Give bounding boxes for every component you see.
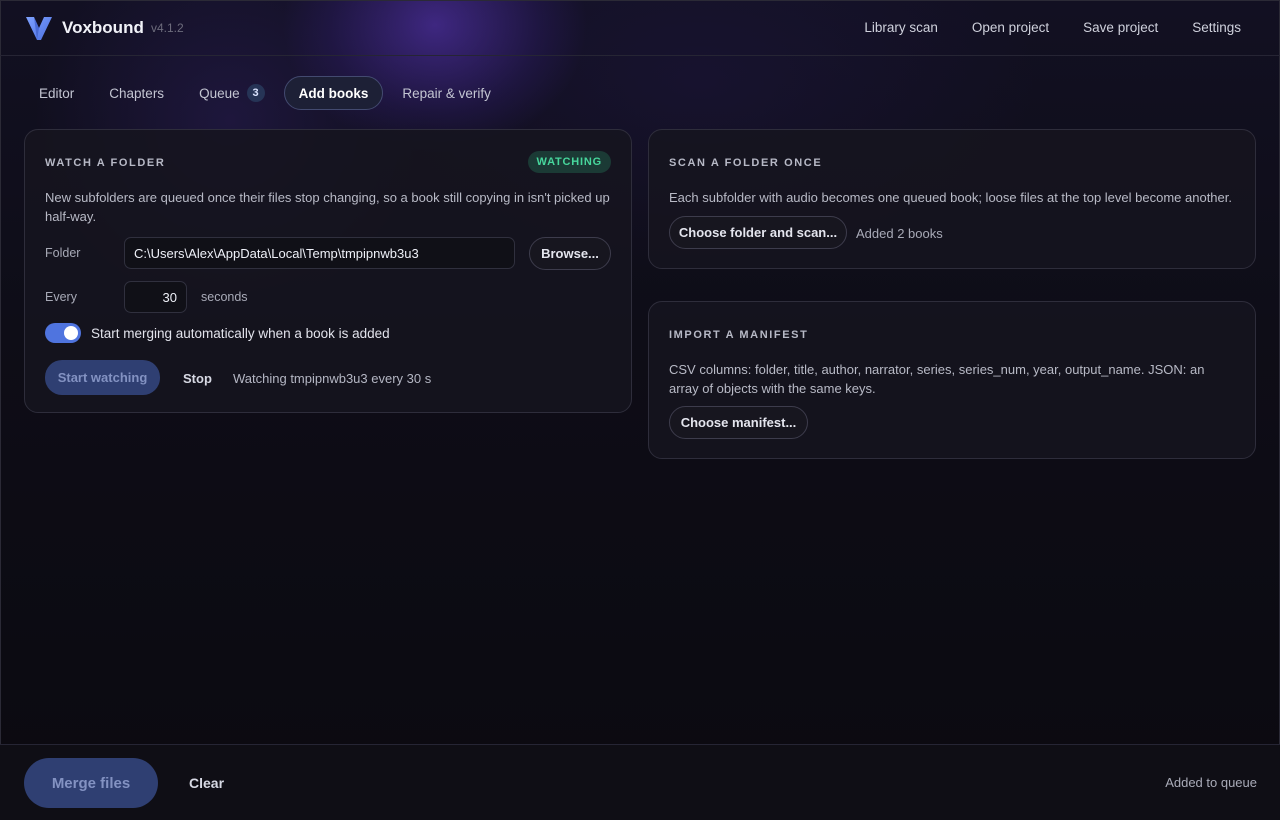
card-description: New subfolders are queued once their fil… [45, 190, 610, 224]
tab-label: Repair & verify [402, 85, 491, 101]
tab-label: Add books [298, 85, 369, 101]
top-nav: Library scan Open project Save project S… [847, 18, 1258, 37]
browse-button[interactable]: Browse... [529, 237, 611, 270]
auto-merge-toggle[interactable] [45, 323, 81, 343]
scan-result-text: Added 2 books [856, 226, 943, 241]
stop-button[interactable]: Stop [183, 371, 212, 386]
scan-once-card: SCAN A FOLDER ONCE Each subfolder with a… [648, 129, 1256, 269]
interval-unit: seconds [201, 290, 248, 304]
choose-manifest-button[interactable]: Choose manifest... [669, 406, 808, 439]
toggle-knob [64, 326, 78, 340]
folder-label: Folder [45, 246, 81, 260]
card-title: IMPORT A MANIFEST [669, 329, 809, 341]
tab-label: Editor [39, 85, 75, 101]
folder-path-input[interactable] [124, 237, 515, 269]
choose-folder-scan-button[interactable]: Choose folder and scan... [669, 216, 847, 249]
nav-library-scan[interactable]: Library scan [847, 18, 955, 37]
nav-save-project[interactable]: Save project [1066, 18, 1175, 37]
tab-chapters[interactable]: Chapters [93, 76, 180, 110]
clear-button[interactable]: Clear [189, 775, 224, 791]
app-version: v4.1.2 [151, 21, 184, 35]
nav-settings[interactable]: Settings [1175, 18, 1258, 37]
interval-input[interactable] [124, 281, 187, 313]
watching-status-badge: WATCHING [527, 151, 611, 173]
card-description: CSV columns: folder, title, author, narr… [669, 362, 1205, 396]
watch-folder-card: WATCH A FOLDER WATCHING New subfolders a… [24, 129, 632, 413]
tab-bar: Editor Chapters Queue 3 Add books Repair … [23, 76, 510, 110]
start-watching-button[interactable]: Start watching [45, 360, 160, 395]
interval-label: Every [45, 290, 77, 304]
queue-count-badge: 3 [246, 84, 265, 102]
footer-status-text: Added to queue [1165, 775, 1257, 790]
tab-editor[interactable]: Editor [23, 76, 90, 110]
import-manifest-card: IMPORT A MANIFEST CSV columns: folder, t… [648, 301, 1256, 459]
tab-label: Chapters [109, 85, 165, 101]
auto-merge-label[interactable]: Start merging automatically when a book … [91, 326, 390, 341]
tab-queue[interactable]: Queue 3 [183, 76, 281, 110]
footer-bar: Merge files Clear Added to queue [0, 744, 1280, 820]
tab-label: Queue [199, 85, 240, 101]
tab-repair-verify[interactable]: Repair & verify [386, 76, 507, 110]
app-name: Voxbound [62, 18, 144, 37]
card-title: SCAN A FOLDER ONCE [669, 157, 823, 169]
nav-open-project[interactable]: Open project [955, 18, 1066, 37]
merge-files-button[interactable]: Merge files [24, 758, 158, 808]
app-header: Voxbound v4.1.2 Library scan Open projec… [0, 0, 1280, 56]
watch-status-text: Watching tmpipnwb3u3 every 30 s [233, 371, 432, 386]
voxbound-logo-icon [26, 17, 52, 40]
card-description: Each subfolder with audio becomes one qu… [669, 190, 1232, 205]
tab-add-books[interactable]: Add books [283, 76, 384, 110]
card-title: WATCH A FOLDER [45, 157, 166, 169]
